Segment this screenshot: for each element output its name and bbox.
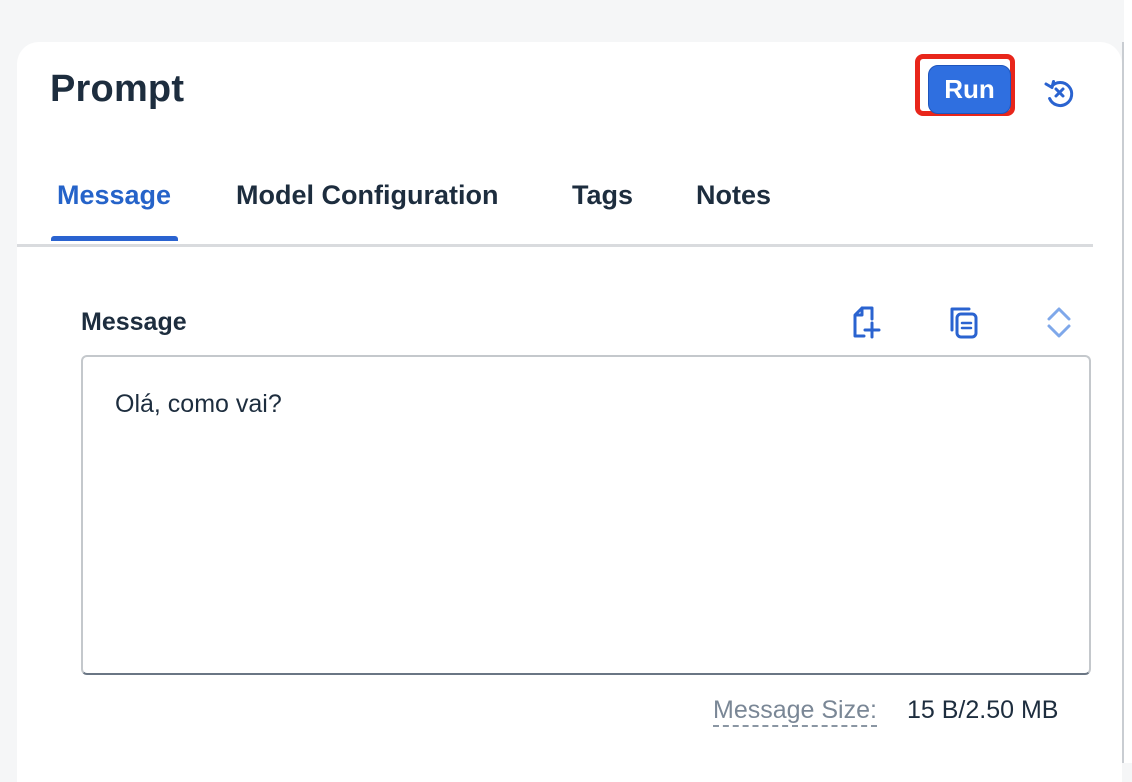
- copy-icon: [950, 307, 978, 339]
- tab-message[interactable]: Message: [57, 180, 171, 211]
- panel-right-edge: [1122, 42, 1124, 763]
- add-document-icon: [853, 306, 881, 339]
- tab-tags[interactable]: Tags: [572, 180, 633, 211]
- message-section-label: Message: [81, 308, 187, 336]
- expand-collapse-button[interactable]: [1039, 302, 1079, 342]
- message-size-label: Message Size:: [713, 696, 877, 727]
- reset-icon: [1044, 80, 1074, 108]
- active-tab-indicator: [51, 236, 178, 241]
- tab-notes[interactable]: Notes: [696, 180, 771, 211]
- expand-collapse-icon: [1047, 307, 1071, 338]
- prompt-panel: Prompt Run Message Model Configuration T…: [17, 42, 1122, 782]
- tab-bar: Message Model Configuration Tags Notes: [17, 152, 1093, 247]
- reset-button[interactable]: [1039, 72, 1079, 112]
- add-document-button[interactable]: [847, 302, 887, 342]
- tab-model-configuration[interactable]: Model Configuration: [236, 180, 498, 211]
- window-right-strip: [1124, 0, 1132, 763]
- message-textarea[interactable]: Olá, como vai?: [81, 355, 1091, 675]
- message-size-value: 15 B/2.50 MB: [907, 696, 1059, 724]
- run-button[interactable]: Run: [928, 65, 1011, 114]
- copy-button[interactable]: [943, 302, 983, 342]
- page-title: Prompt: [50, 68, 185, 110]
